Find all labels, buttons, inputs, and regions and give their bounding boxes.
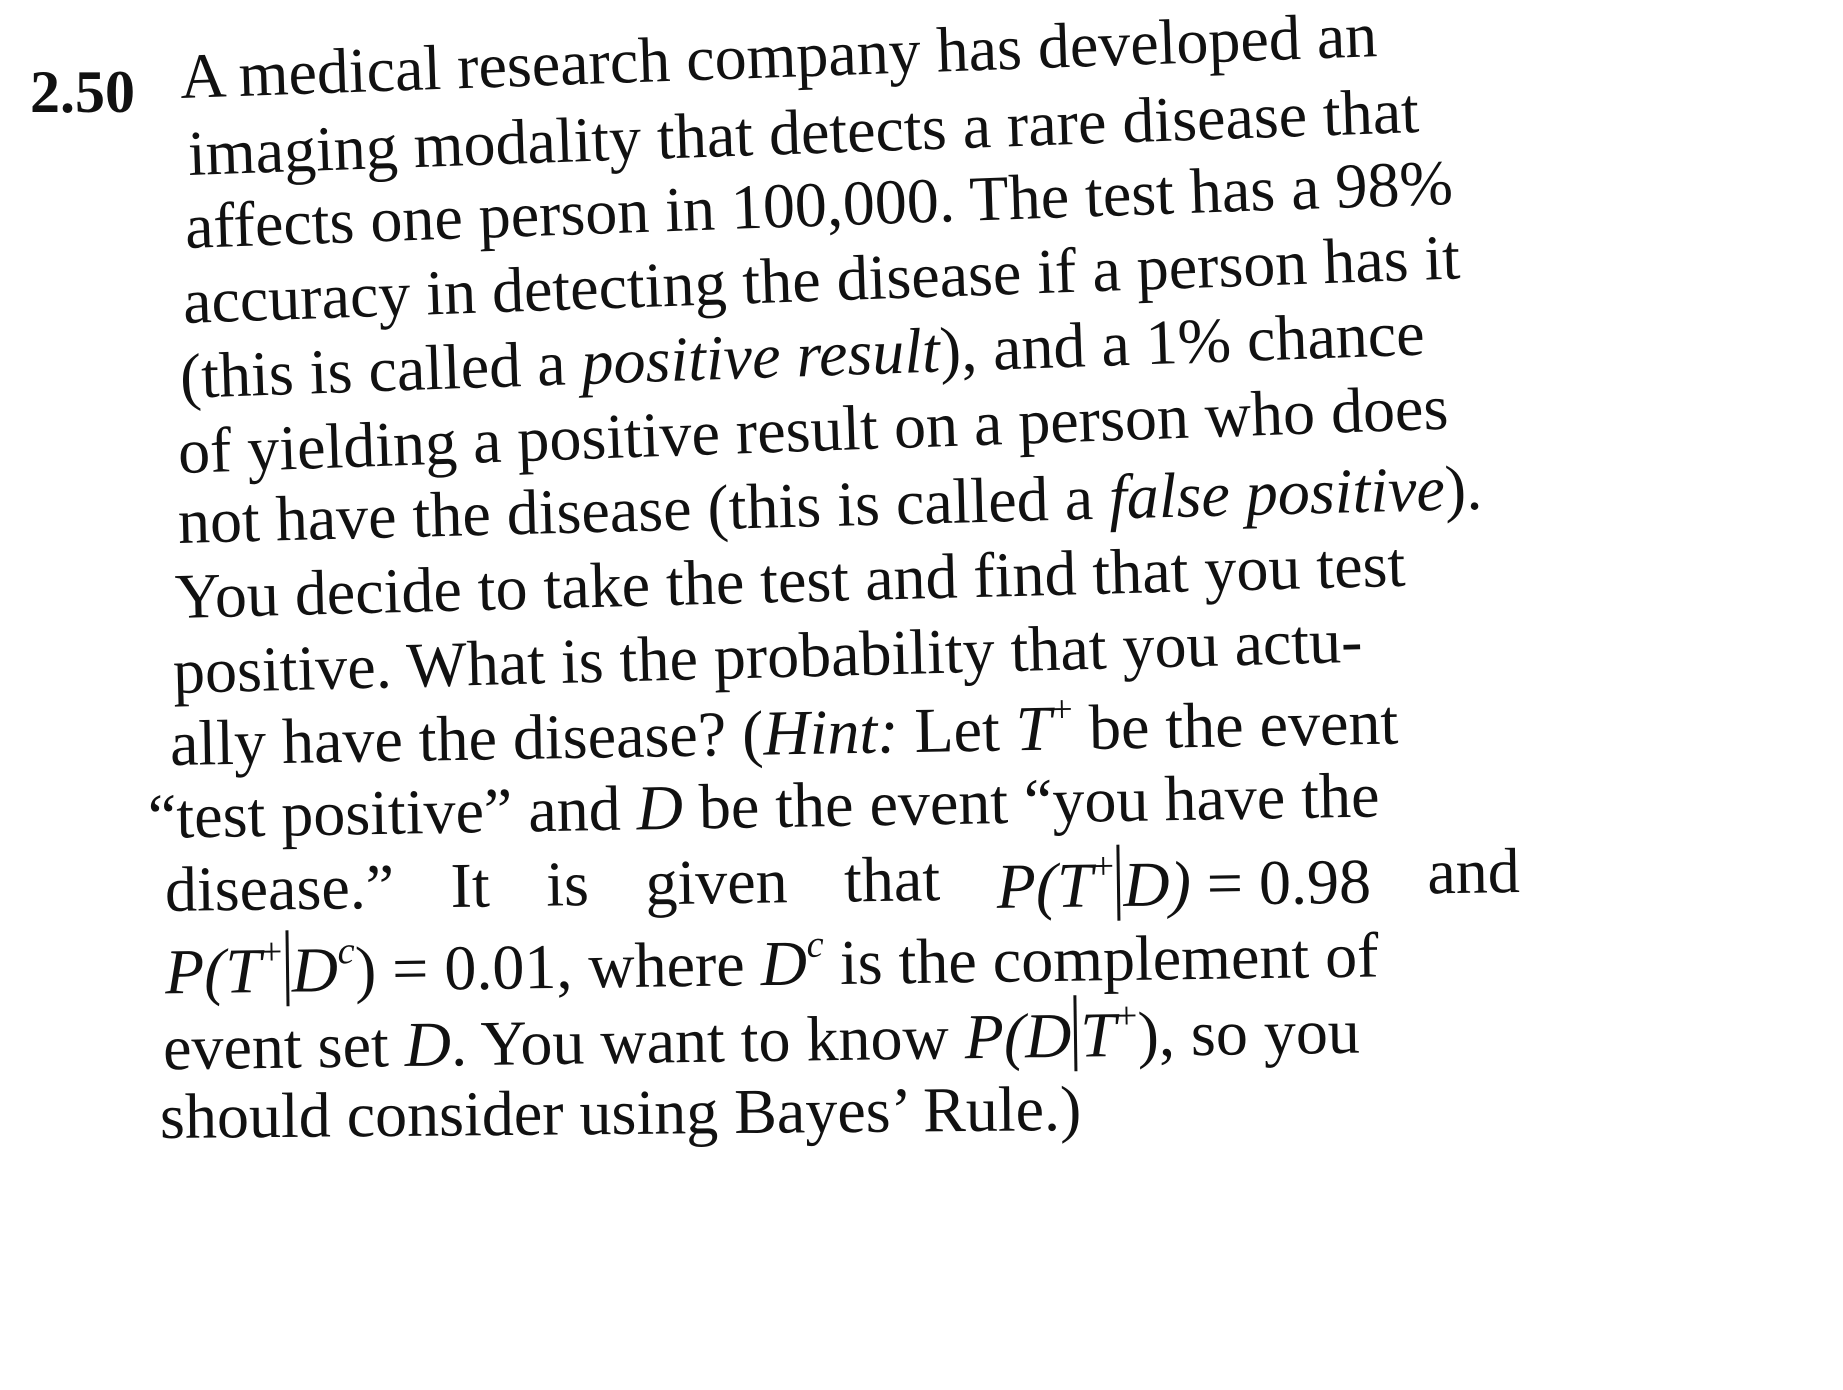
superscript-c: c <box>337 930 355 973</box>
term-false-positive: false positive <box>1107 452 1446 533</box>
text-line-15: should consider using Bayes’ Rule.) <box>160 1073 1082 1152</box>
word: disease.” <box>164 850 395 925</box>
superscript-plus: + <box>260 931 283 974</box>
superscript-plus: + <box>1050 688 1074 731</box>
text: ), and a 1% chance <box>938 297 1426 386</box>
formula-part: ) <box>354 933 377 1005</box>
symbol-D: D <box>404 1008 452 1081</box>
word: that <box>843 843 941 916</box>
text-line-11: “test positive” and D be the event “you … <box>147 760 1380 852</box>
text: “test positive” and <box>147 772 638 852</box>
word: given <box>644 845 789 919</box>
symbol-D: D <box>636 771 684 844</box>
text: event set <box>162 1009 406 1084</box>
given-bar <box>285 930 290 1006</box>
formula-part: P(D <box>964 999 1072 1073</box>
superscript-c: c <box>806 923 824 966</box>
text: be the event <box>1072 686 1399 764</box>
text: . You want to know <box>450 1001 966 1080</box>
text: , so you <box>1158 995 1361 1070</box>
given-bar <box>1073 995 1078 1071</box>
problem-number: 2.50 <box>30 59 135 125</box>
formula-part: P(T <box>996 849 1094 922</box>
symbol-T: T <box>1015 692 1052 765</box>
hint-label: Hint: <box>762 695 900 769</box>
formula-part: ) <box>1137 998 1160 1070</box>
text: is the complement of <box>823 919 1379 999</box>
text: be the event “you have the <box>682 759 1380 843</box>
word: is <box>545 848 590 920</box>
given-bar <box>1116 844 1121 921</box>
text: Let <box>897 693 1017 767</box>
text: ). <box>1443 451 1483 524</box>
text-line-14: event set D. You want to know P(D T+), so… <box>162 991 1361 1084</box>
superscript-plus: + <box>1092 845 1115 888</box>
textbook-problem: 2.50 A medical research company has deve… <box>0 0 1843 1390</box>
word: It <box>450 849 491 922</box>
term-positive-result: positive result <box>580 314 941 398</box>
text: ally have the disease? ( <box>169 697 765 779</box>
text: should consider using Bayes’ Rule.) <box>159 1072 1082 1152</box>
formula-part: D) <box>1122 848 1192 921</box>
superscript-plus: + <box>1115 995 1138 1038</box>
formula-part: P(T <box>164 935 262 1008</box>
formula-part: D <box>291 934 339 1006</box>
formula-value: = 0.98 <box>1206 845 1372 919</box>
symbol-D: D <box>760 927 808 1000</box>
formula-P-T-given-D: P(T+ D) = 0.98 <box>996 841 1371 922</box>
word: and <box>1426 835 1521 908</box>
text: = 0.01, where <box>375 928 762 1005</box>
text: (this is called a <box>178 327 583 412</box>
formula-part: T <box>1079 999 1117 1071</box>
